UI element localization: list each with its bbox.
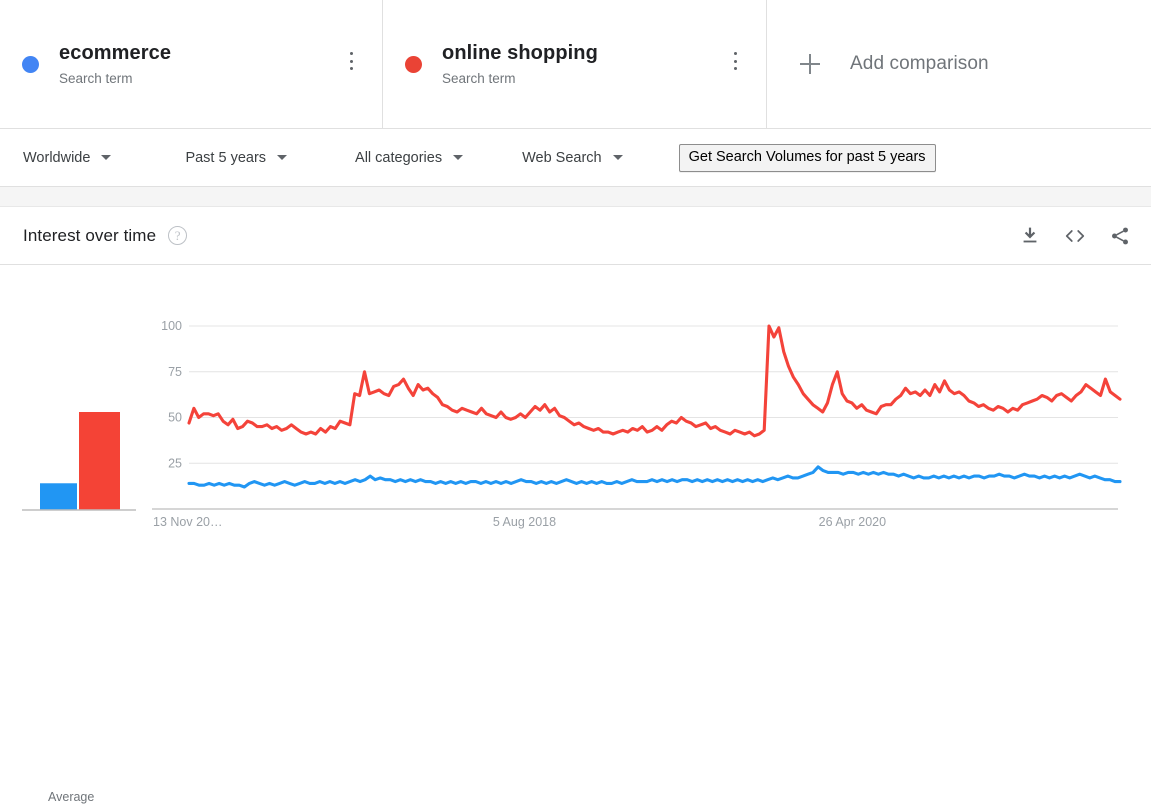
average-bar-chart-label: Average xyxy=(48,790,95,804)
term-options-menu-2[interactable] xyxy=(726,50,744,72)
x-axis-tick-label: 13 Nov 20… xyxy=(153,515,222,529)
average-bar-online-shopping xyxy=(79,412,120,510)
chevron-down-icon xyxy=(612,155,623,160)
x-axis-tick-label: 5 Aug 2018 xyxy=(493,515,556,529)
chevron-down-icon xyxy=(101,155,112,160)
help-icon[interactable]: ? xyxy=(168,226,188,245)
x-axis-tick-label: 26 Apr 2020 xyxy=(819,515,886,529)
search-term-title-2: online shopping xyxy=(442,41,598,64)
kebab-dot xyxy=(349,67,353,70)
plus-icon xyxy=(800,54,820,74)
y-axis-tick-label: 25 xyxy=(168,456,182,470)
share-icon[interactable] xyxy=(1109,225,1131,247)
filter-search-type-label: Web Search xyxy=(522,149,602,166)
kebab-dot xyxy=(733,59,737,63)
search-terms-row: ecommerce Search term online shopping Se… xyxy=(0,0,1151,129)
kebab-dot xyxy=(349,52,353,55)
y-axis-tick-label: 100 xyxy=(161,319,182,333)
kebab-dot xyxy=(733,67,737,70)
search-term-card-2[interactable]: online shopping Search term xyxy=(383,0,767,128)
interest-over-time-chart[interactable]: 25 50 75 100 13 Nov 20… 5 Aug 2018 26 Apr 2020 xyxy=(0,265,1151,565)
filter-category[interactable]: All categories xyxy=(355,149,464,166)
filter-location[interactable]: Worldwide xyxy=(23,149,112,166)
chevron-down-icon xyxy=(453,155,464,160)
search-term-text-1: ecommerce Search term xyxy=(59,40,171,89)
search-term-type-2: Search term xyxy=(442,70,516,86)
panel-actions xyxy=(1019,207,1131,264)
series-color-dot-ecommerce xyxy=(22,55,39,73)
series-color-dot-online-shopping xyxy=(405,55,422,73)
chart-area: 25 50 75 100 13 Nov 20… 5 Aug 2018 26 Apr 2020… xyxy=(0,265,1151,804)
interest-over-time-header: Interest over time ? xyxy=(0,207,1151,265)
embed-icon[interactable] xyxy=(1063,225,1087,247)
y-axis-tick-label: 50 xyxy=(168,411,182,425)
section-separator-band xyxy=(0,187,1151,207)
series-line-online-shopping xyxy=(187,324,1122,438)
filter-category-label: All categories xyxy=(355,149,443,166)
get-search-volumes-button[interactable]: Get Search Volumes for past 5 years xyxy=(678,143,936,172)
filter-time-range-label: Past 5 years xyxy=(185,149,267,166)
kebab-dot xyxy=(733,52,737,55)
filter-time-range[interactable]: Past 5 years xyxy=(185,149,288,166)
filter-bar: Worldwide Past 5 years All categories We… xyxy=(0,129,1151,187)
average-bar-ecommerce xyxy=(40,483,77,510)
search-term-title-1: ecommerce xyxy=(59,41,172,64)
filter-search-type[interactable]: Web Search xyxy=(522,150,623,166)
add-comparison-button[interactable]: Add comparison xyxy=(800,53,989,75)
add-comparison-card[interactable]: Add comparison xyxy=(767,0,1151,128)
search-term-text-2: online shopping Search term xyxy=(442,40,598,89)
search-term-card-1[interactable]: ecommerce Search term xyxy=(0,0,383,128)
search-term-type-1: Search term xyxy=(59,70,133,86)
kebab-dot xyxy=(349,59,353,63)
download-icon[interactable] xyxy=(1019,225,1041,247)
filter-location-label: Worldwide xyxy=(23,149,91,166)
y-axis-tick-label: 75 xyxy=(168,365,182,379)
term-options-menu-1[interactable] xyxy=(342,50,360,72)
series-line-ecommerce xyxy=(187,465,1122,489)
add-comparison-label: Add comparison xyxy=(850,53,989,74)
panel-title: Interest over time xyxy=(23,225,157,245)
chevron-down-icon xyxy=(277,155,288,160)
